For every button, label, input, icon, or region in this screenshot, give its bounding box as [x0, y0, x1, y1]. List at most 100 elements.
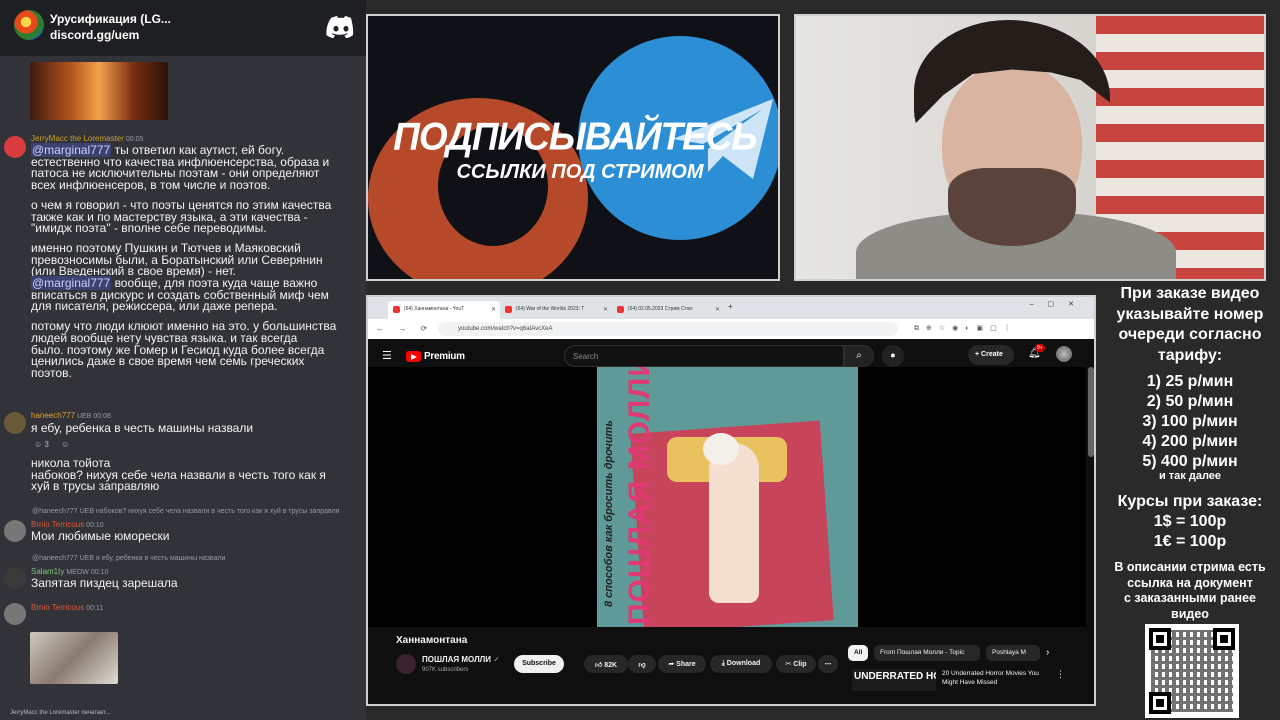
message-line: для писателя, режиссера, или даже репера… [31, 299, 278, 314]
attachment-image[interactable] [30, 632, 118, 684]
message-author[interactable]: Brnio Terricous [31, 603, 84, 612]
like-count: 82K [604, 662, 618, 669]
close-tab-icon[interactable]: ✕ [491, 306, 496, 313]
subscribe-button[interactable]: Subscribe [514, 655, 564, 673]
webcam-feed [794, 14, 1266, 281]
rate-item: 1$ = 100р [1153, 513, 1227, 530]
create-label: Create [981, 351, 1003, 358]
chat-header: Урусификация (LG... discord.gg/uem [0, 0, 366, 56]
message-line: хуй в трусы заправляю [31, 479, 160, 494]
video-player[interactable]: ПОШЛАЯ МОЛЛИ 8 способов как бросить дроч… [368, 367, 1086, 627]
chevron-right-icon[interactable]: › [1046, 647, 1049, 658]
youtube-logo-text[interactable]: Premium [424, 351, 465, 362]
message-time: 00:05 [125, 136, 144, 143]
tab-title: (64) 02.05.2023 Стрим Стал [628, 306, 693, 312]
reaction-count: 3 [44, 440, 49, 449]
scissors-icon: ✂ [785, 661, 792, 668]
channel-name[interactable]: ПОШЛАЯ МОЛЛИ ✓ [422, 655, 500, 664]
message-header: Brnio Terricous 00:10 [31, 520, 104, 529]
recommended-thumbnail[interactable]: UNDERRATED HORROR [852, 669, 936, 691]
channel-avatar[interactable] [396, 654, 416, 674]
reply-preview[interactable]: @haneech777 UEB набоков? нихуя себе чела… [32, 508, 339, 515]
download-label: Download [726, 660, 761, 667]
window-controls[interactable]: –▢✕ [1030, 300, 1088, 308]
extension-icons[interactable]: ⧉⊕☆◉◐▣▢⋮ [914, 324, 1018, 333]
share-label: Share [676, 661, 696, 668]
like-button[interactable]: 👍︎ 82K [584, 655, 628, 673]
recommended-title[interactable]: 20 Underrated Horror Movies You Might Ha… [942, 669, 1052, 689]
thumbs-up-icon: 👍︎ [594, 662, 603, 669]
new-tab-button[interactable]: + [728, 302, 733, 311]
reaction[interactable]: ☺ 3 ☺ [34, 440, 69, 449]
youtube-favicon-icon [393, 306, 400, 313]
banner-title: ПОДПИСЫВАЙТЕСЬ [393, 114, 757, 158]
share-icon: ➦ [668, 661, 675, 668]
description-note: В описании стрима есть ссылка на докумен… [1100, 560, 1280, 622]
search-icon[interactable]: ⌕ [844, 345, 874, 367]
message-line: "имидж поэта" - вполне себе переводимы. [31, 221, 267, 236]
reply-preview[interactable]: @haneech777 UEB я ебу, ребенка в честь м… [32, 555, 225, 562]
hamburger-menu-icon[interactable]: ☰ [382, 349, 392, 362]
order-info-panel: При заказе видео указывайте номер очеред… [1100, 282, 1280, 720]
chip-from-channel[interactable]: From Пошлая Молли - Topic [874, 645, 980, 661]
avatar[interactable] [4, 412, 26, 434]
youtube-logo-icon[interactable] [406, 351, 421, 362]
add-reaction-icon[interactable]: ☺ [61, 440, 69, 449]
create-button[interactable]: + Create [968, 345, 1014, 365]
avatar[interactable] [4, 136, 26, 158]
search-input[interactable]: Search [564, 345, 844, 367]
message-header: Brnio Terricous 00:11 [31, 603, 103, 612]
video-title: Ханнамонтана [396, 635, 468, 646]
url-field[interactable]: youtube.com/watch?v=q6aIAvcXeA [438, 322, 898, 336]
dislike-button[interactable]: 👎︎ [628, 655, 656, 673]
more-actions-button[interactable]: ⋯ [818, 655, 838, 673]
share-button[interactable]: ➦ Share [658, 655, 706, 673]
account-avatar[interactable] [1056, 346, 1072, 362]
message-body: никола тойота набоков? нихуя себе чела н… [31, 457, 366, 494]
message-body: я ебу, ребенка в честь машины назвали [31, 421, 254, 435]
browser-tab[interactable]: (64) 02.05.2023 Стрим Стал ✕ [612, 301, 724, 319]
close-tab-icon[interactable]: ✕ [715, 306, 720, 313]
microphone-icon[interactable]: ● [882, 345, 904, 367]
avatar[interactable] [4, 520, 26, 542]
browser-tab[interactable]: (64) War of the Worlds 2023: Т ✕ [500, 301, 612, 319]
message-header: haneech777 UEB 00:08 [31, 411, 111, 420]
chip-poshlaya[interactable]: Poshlaya M [986, 645, 1040, 661]
info-line: тарифу: [1157, 346, 1223, 364]
avatar[interactable] [4, 603, 26, 625]
order-instructions: При заказе видео указывайте номер очеред… [1100, 284, 1280, 366]
message-header: JerryMacc the Loremaster 00:05 [31, 134, 143, 143]
rates-heading: Курсы при заказе: [1117, 493, 1263, 510]
browser-window: (64) Ханнамонтана - YouT ✕ (64) War of t… [366, 295, 1096, 706]
info-line: очереди согласно [1118, 326, 1262, 343]
info-line: указывайте номер [1116, 305, 1264, 323]
message-line: ценились даже в свое время чем семь греч… [31, 354, 305, 369]
banner-subtitle: ССЫЛКИ ПОД СТРИМОМ [456, 161, 704, 183]
tab-title: (64) War of the Worlds 2023: Т [516, 306, 585, 312]
message-time: 00:08 [93, 413, 111, 420]
message-header: Salam1ty MEOW 00:10 [31, 567, 108, 576]
verified-check-icon: ✓ [493, 655, 500, 664]
info-line: В описании стрима есть [1114, 560, 1266, 574]
notification-count-badge: 9+ [1035, 344, 1045, 352]
chip-all[interactable]: All [848, 645, 868, 661]
close-tab-icon[interactable]: ✕ [603, 306, 608, 313]
info-line: При заказе видео [1120, 285, 1260, 302]
avatar[interactable] [4, 567, 26, 589]
scrollbar[interactable] [1088, 367, 1094, 457]
server-invite-link[interactable]: discord.gg/uem [50, 28, 139, 42]
message-time: 00:11 [86, 605, 104, 612]
message-author[interactable]: haneech777 [31, 411, 75, 420]
download-button[interactable]: ⤓ Download [710, 655, 772, 673]
browser-tab[interactable]: (64) Ханнамонтана - YouT ✕ [388, 301, 500, 319]
more-vert-icon[interactable]: ⋮ [1056, 669, 1065, 680]
message-author[interactable]: Brnio Terricous [31, 520, 84, 529]
message-author[interactable]: JerryMacc the Loremaster [31, 134, 124, 143]
message-body: @marginal777 ты ответил как аутист, ей б… [31, 143, 366, 380]
info-line: ссылка на документ [1127, 575, 1253, 590]
clip-button[interactable]: ✂ Clip [776, 655, 816, 673]
attachment-image[interactable] [30, 62, 168, 120]
tariff-list: 1) 25 р/мин 2) 50 р/мин 3) 100 р/мин 4) … [1100, 372, 1280, 472]
message-author[interactable]: Salam1ty [31, 567, 64, 576]
message-time: 00:10 [90, 569, 109, 576]
